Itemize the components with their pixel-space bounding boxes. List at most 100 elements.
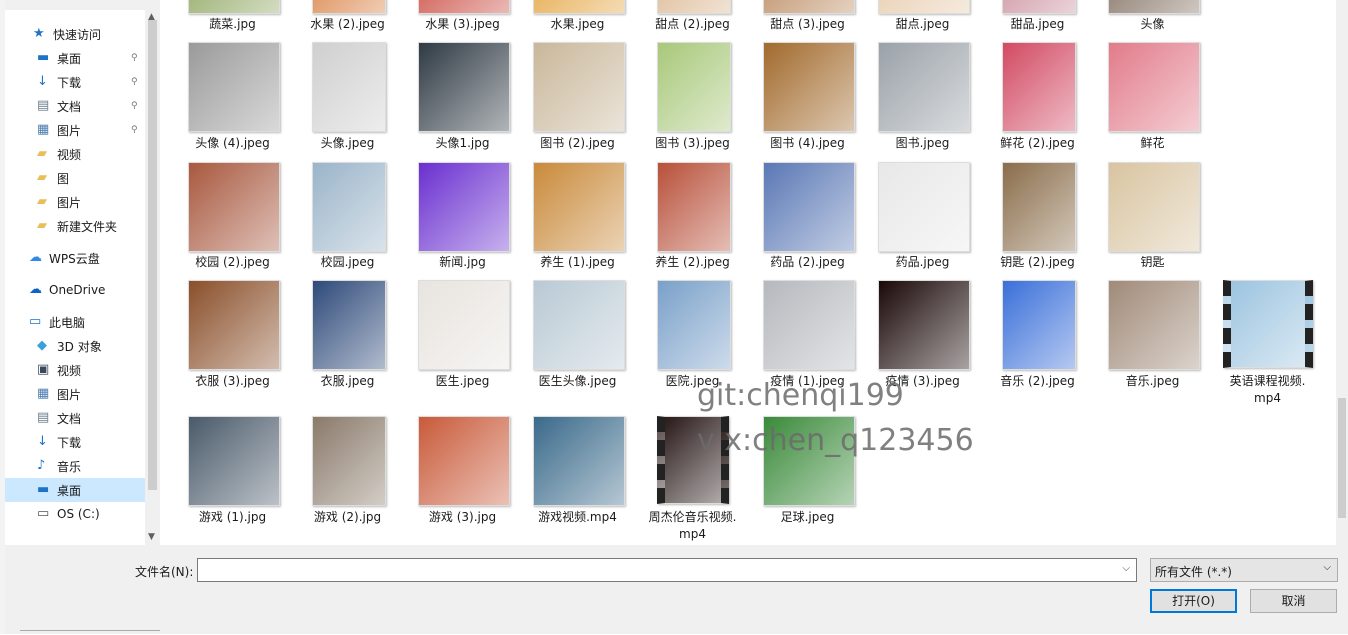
file-item[interactable]: 校园 (2).jpeg [175, 0, 290, 545]
nav-item[interactable]: ▰ 新建文件夹 [5, 214, 145, 238]
image-thumbnail[interactable] [1107, 42, 1200, 132]
file-item[interactable]: 衣服.jpeg [290, 0, 405, 545]
image-thumbnail[interactable] [1107, 280, 1200, 370]
image-thumbnail[interactable] [877, 280, 970, 370]
file-item[interactable]: 游戏 (2).jpg [290, 0, 405, 545]
image-thumbnail[interactable] [311, 0, 386, 14]
image-thumbnail[interactable] [187, 416, 280, 506]
chevron-down-icon[interactable]: ⌵ [1122, 563, 1130, 574]
image-thumbnail[interactable] [532, 280, 625, 370]
file-item[interactable]: 英语课程视频. mp4 [1210, 0, 1325, 545]
file-item[interactable]: 甜点 (2).jpeg [635, 0, 750, 545]
nav-scrollbar[interactable]: ▲ ▼ [145, 10, 160, 545]
file-item[interactable]: 校园.jpeg [290, 0, 405, 545]
file-item[interactable]: 图书 (4).jpeg [750, 0, 865, 545]
file-item[interactable]: 养生 (2).jpeg [635, 0, 750, 545]
file-item[interactable]: 甜点.jpeg [865, 0, 980, 545]
file-item[interactable]: 头像 [1095, 0, 1210, 545]
image-thumbnail[interactable] [762, 280, 855, 370]
image-thumbnail[interactable] [532, 416, 625, 506]
file-item[interactable]: 钥匙 [1095, 0, 1210, 545]
image-thumbnail[interactable] [1107, 162, 1200, 252]
nav-scroll-thumb[interactable] [148, 20, 157, 490]
file-item[interactable]: 医生头像.jpeg [520, 0, 635, 545]
image-thumbnail[interactable] [417, 42, 510, 132]
image-thumbnail[interactable] [187, 162, 280, 252]
file-item[interactable]: 甜点 (3).jpeg [750, 0, 865, 545]
file-item[interactable]: 医生.jpeg [405, 0, 520, 545]
image-thumbnail[interactable] [1107, 0, 1200, 14]
image-thumbnail[interactable] [532, 42, 625, 132]
nav-item[interactable]: ☁ OneDrive [5, 278, 145, 302]
chevron-down-icon[interactable]: ⌵ [1323, 562, 1331, 573]
image-thumbnail[interactable] [311, 280, 386, 370]
file-item[interactable]: 游戏 (3).jpg [405, 0, 520, 545]
file-item[interactable]: 鲜花 [1095, 0, 1210, 545]
file-item[interactable]: 音乐.jpeg [1095, 0, 1210, 545]
image-thumbnail[interactable] [311, 416, 386, 506]
nav-item[interactable]: ▣ 视频 [5, 358, 145, 382]
file-item[interactable]: 图书.jpeg [865, 0, 980, 545]
image-thumbnail[interactable] [656, 162, 731, 252]
nav-item[interactable]: ▬ 桌面 ⚲ [5, 46, 145, 70]
nav-item[interactable]: ▰ 图 [5, 166, 145, 190]
file-item[interactable]: 图书 (3).jpeg [635, 0, 750, 545]
file-item[interactable]: 疫情 (1).jpeg [750, 0, 865, 545]
file-list-scroll-thumb[interactable] [1338, 398, 1346, 518]
file-item[interactable]: 疫情 (3).jpeg [865, 0, 980, 545]
file-item[interactable]: 游戏视频.mp4 [520, 0, 635, 545]
image-thumbnail[interactable] [1001, 162, 1076, 252]
file-item[interactable]: 药品 (2).jpeg [750, 0, 865, 545]
nav-item[interactable]: ▰ 图片 [5, 190, 145, 214]
image-thumbnail[interactable] [187, 42, 280, 132]
image-thumbnail[interactable] [656, 42, 731, 132]
nav-item[interactable]: ↓ 下载 [5, 430, 145, 454]
image-thumbnail[interactable] [656, 0, 731, 14]
image-thumbnail[interactable] [762, 0, 855, 14]
image-thumbnail[interactable] [877, 42, 970, 132]
file-item[interactable]: 头像1.jpg [405, 0, 520, 545]
file-item[interactable]: 头像 (4).jpeg [175, 0, 290, 545]
image-thumbnail[interactable] [417, 416, 510, 506]
image-thumbnail[interactable] [311, 42, 386, 132]
image-thumbnail[interactable] [762, 42, 855, 132]
file-item[interactable]: 足球.jpeg [750, 0, 865, 545]
image-thumbnail[interactable] [1001, 42, 1076, 132]
image-thumbnail[interactable] [417, 280, 510, 370]
file-item[interactable]: 甜品.jpeg [980, 0, 1095, 545]
image-thumbnail[interactable] [877, 0, 970, 14]
nav-item[interactable]: ▤ 文档 ⚲ [5, 94, 145, 118]
image-thumbnail[interactable] [1001, 280, 1076, 370]
image-thumbnail[interactable] [762, 162, 855, 252]
nav-item[interactable]: ▤ 文档 [5, 406, 145, 430]
file-item[interactable]: 图书 (2).jpeg [520, 0, 635, 545]
file-item[interactable]: 水果 (2).jpeg [290, 0, 405, 545]
image-thumbnail[interactable] [187, 0, 280, 14]
nav-item[interactable]: ▦ 图片 ⚲ [5, 118, 145, 142]
file-item[interactable]: 衣服 (3).jpeg [175, 0, 290, 545]
cancel-button[interactable]: 取消 [1250, 589, 1337, 613]
file-item[interactable]: 蔬菜.jpg [175, 0, 290, 545]
nav-item[interactable]: ◆ 3D 对象 [5, 334, 145, 358]
nav-item[interactable]: ▬ 桌面 [5, 478, 145, 502]
image-thumbnail[interactable] [417, 0, 510, 14]
video-thumbnail[interactable] [1222, 280, 1313, 368]
file-item[interactable]: 音乐 (2).jpeg [980, 0, 1095, 545]
image-thumbnail[interactable] [877, 162, 970, 252]
image-thumbnail[interactable] [1001, 0, 1076, 14]
file-item[interactable]: 水果.jpeg [520, 0, 635, 545]
file-item[interactable]: 头像.jpeg [290, 0, 405, 545]
image-thumbnail[interactable] [532, 162, 625, 252]
file-item[interactable]: 鲜花 (2).jpeg [980, 0, 1095, 545]
nav-item[interactable]: ★ 快速访问 [5, 22, 145, 46]
nav-item[interactable]: ▭ OS (C:) [5, 502, 145, 526]
image-thumbnail[interactable] [187, 280, 280, 370]
nav-item[interactable]: ♪ 音乐 [5, 454, 145, 478]
file-item[interactable]: 医院.jpeg [635, 0, 750, 545]
file-list-scrollbar[interactable] [1336, 0, 1348, 545]
nav-item[interactable]: ☁ WPS云盘 [5, 246, 145, 270]
file-item[interactable]: 新闻.jpg [405, 0, 520, 545]
nav-item[interactable]: ▭ 此电脑 [5, 310, 145, 334]
file-item[interactable]: 水果 (3).jpeg [405, 0, 520, 545]
open-button[interactable]: 打开(O) [1150, 589, 1237, 613]
